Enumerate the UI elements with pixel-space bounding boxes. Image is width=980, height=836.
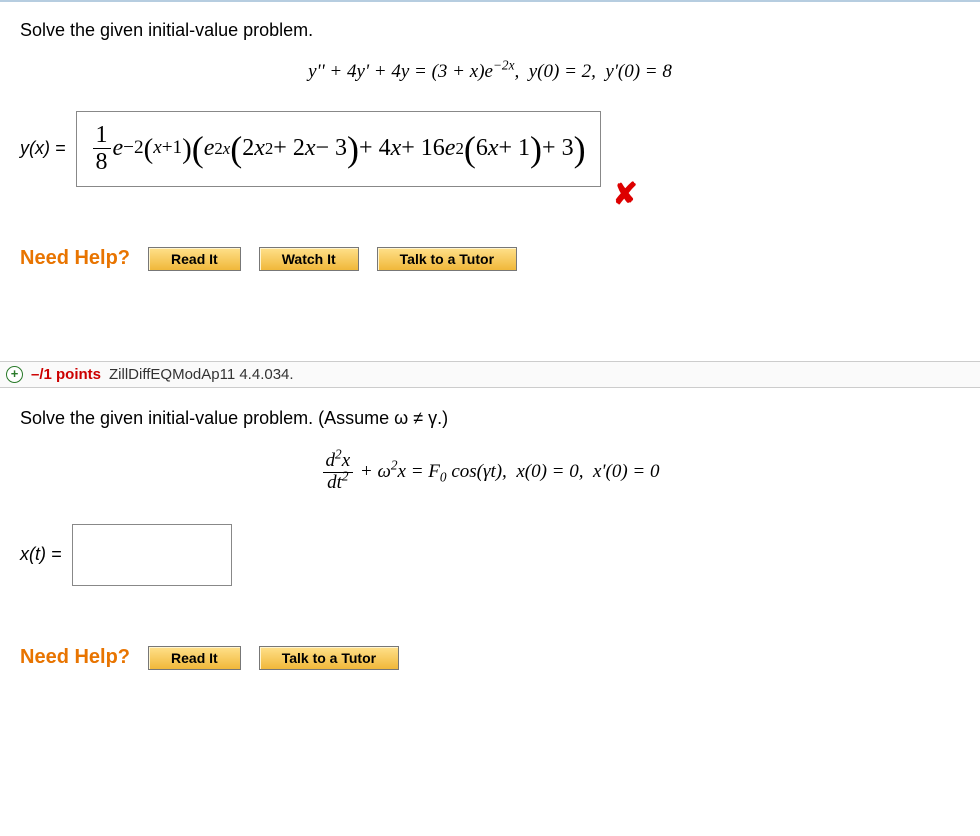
source-label: ZillDiffEQModAp11 4.4.034. — [109, 366, 294, 383]
need-help-label: Need Help? — [20, 646, 130, 669]
need-help-label: Need Help? — [20, 247, 130, 270]
problem-equation: d2xdt2 + ω2x = F0 cos(γt), x(0) = 0, x'(… — [20, 451, 960, 494]
incorrect-icon: ✘ — [613, 177, 638, 212]
question-header: + –/1 points ZillDiffEQModAp11 4.4.034. — [0, 361, 980, 388]
answer-row: y(x) = 18e−2(x+1)(e2x(2x2 + 2x − 3) + 4x… — [20, 111, 960, 187]
prompt-text: Solve the given initial-value problem. — [20, 20, 960, 41]
answer-input[interactable] — [72, 524, 232, 586]
answer-row: x(t) = — [20, 524, 960, 586]
points-label: –/1 points — [31, 366, 101, 383]
talk-to-tutor-button[interactable]: Talk to a Tutor — [259, 646, 399, 670]
question-1: Solve the given initial-value problem. y… — [0, 0, 980, 301]
prompt-text: Solve the given initial-value problem. (… — [20, 408, 960, 429]
answer-input[interactable]: 18e−2(x+1)(e2x(2x2 + 2x − 3) + 4x + 16e2… — [76, 111, 601, 187]
need-help-row: Need Help? Read It Watch It Talk to a Tu… — [20, 247, 960, 271]
read-it-button[interactable]: Read It — [148, 646, 241, 670]
need-help-row: Need Help? Read It Talk to a Tutor — [20, 646, 960, 670]
read-it-button[interactable]: Read It — [148, 247, 241, 271]
talk-to-tutor-button[interactable]: Talk to a Tutor — [377, 247, 517, 271]
answer-label: y(x) = — [20, 138, 66, 159]
watch-it-button[interactable]: Watch It — [259, 247, 359, 271]
problem-equation: y'' + 4y' + 4y = (3 + x)e−2x, y(0) = 2, … — [20, 61, 960, 83]
answer-label: x(t) = — [20, 544, 62, 565]
question-2: Solve the given initial-value problem. (… — [0, 388, 980, 680]
expand-icon[interactable]: + — [6, 366, 23, 383]
